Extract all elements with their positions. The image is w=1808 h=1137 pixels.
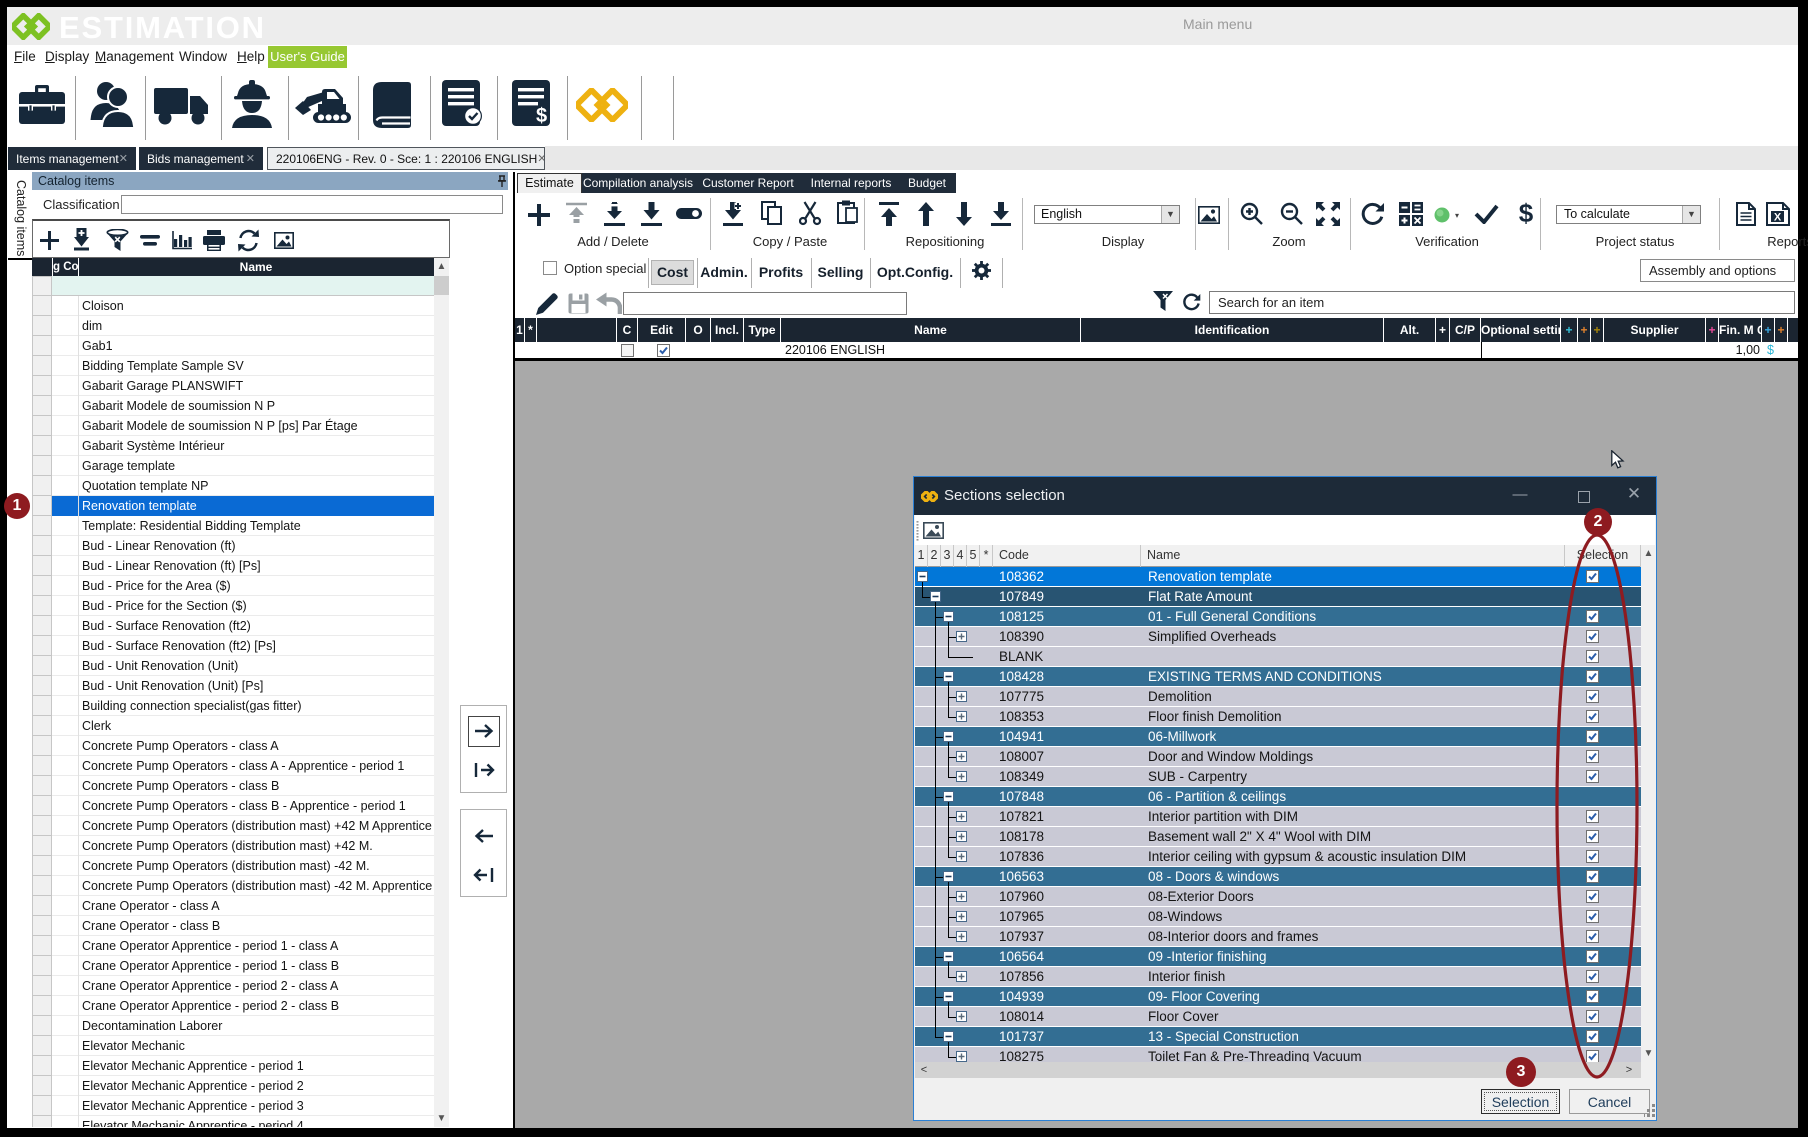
svg-text:$: $ (536, 105, 547, 127)
svg-text:X: X (1774, 212, 1782, 224)
svg-text:$: $ (1519, 200, 1534, 227)
